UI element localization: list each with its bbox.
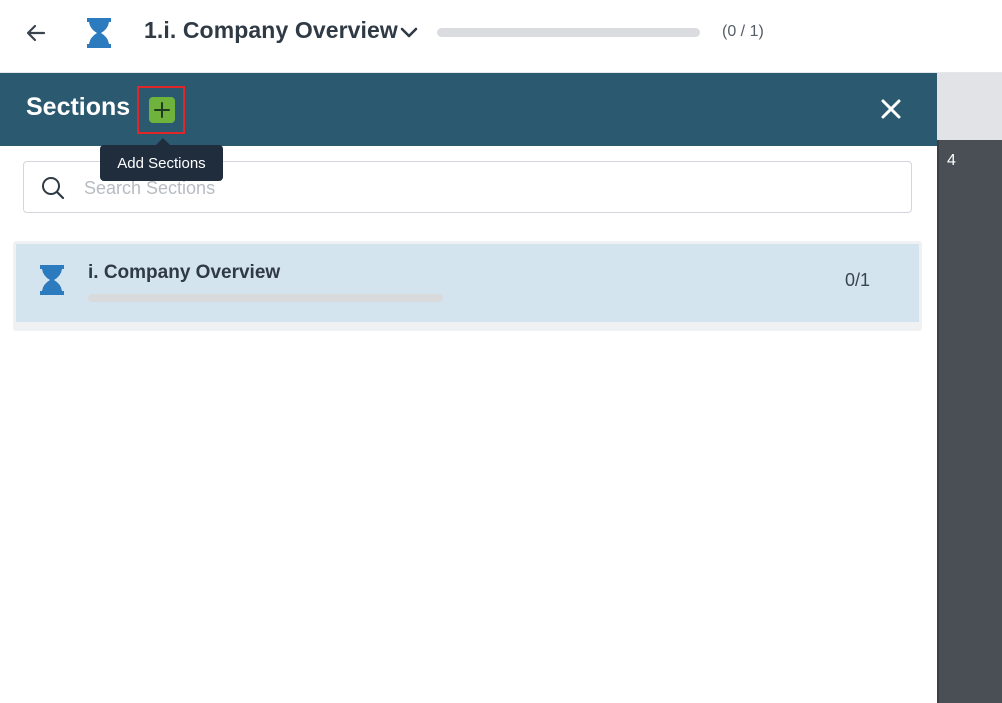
hourglass-icon xyxy=(87,18,111,48)
add-sections-button[interactable] xyxy=(149,97,175,123)
top-header: 1.i. Company Overview (0 / 1) xyxy=(0,0,1002,73)
section-progress-bar xyxy=(88,294,443,302)
plus-icon xyxy=(154,102,170,118)
overall-progress-count: (0 / 1) xyxy=(722,23,764,40)
close-panel-button[interactable] xyxy=(875,93,907,125)
section-item-count: 0/1 xyxy=(845,270,871,290)
search-icon xyxy=(42,177,65,200)
right-strip: 4 xyxy=(937,140,1002,703)
section-item[interactable]: i. Company Overview 0/1 xyxy=(16,244,919,322)
section-item-name: i. Company Overview xyxy=(88,262,281,283)
section-dropdown-toggle[interactable] xyxy=(396,20,422,46)
page-title: 1.i. Company Overview xyxy=(144,17,398,43)
right-strip-number: 4 xyxy=(947,152,956,169)
arrow-left-icon xyxy=(26,24,46,42)
panel-header: Sections xyxy=(0,73,937,146)
add-sections-tooltip: Add Sections xyxy=(100,145,223,181)
section-list: i. Company Overview 0/1 xyxy=(13,241,922,331)
right-strip-header xyxy=(937,73,1002,140)
hourglass-icon xyxy=(40,265,64,295)
back-button[interactable] xyxy=(22,19,50,47)
close-icon xyxy=(881,99,901,119)
overall-progress-bar xyxy=(437,28,700,37)
panel-title: Sections xyxy=(26,93,131,121)
chevron-down-icon xyxy=(400,27,418,38)
